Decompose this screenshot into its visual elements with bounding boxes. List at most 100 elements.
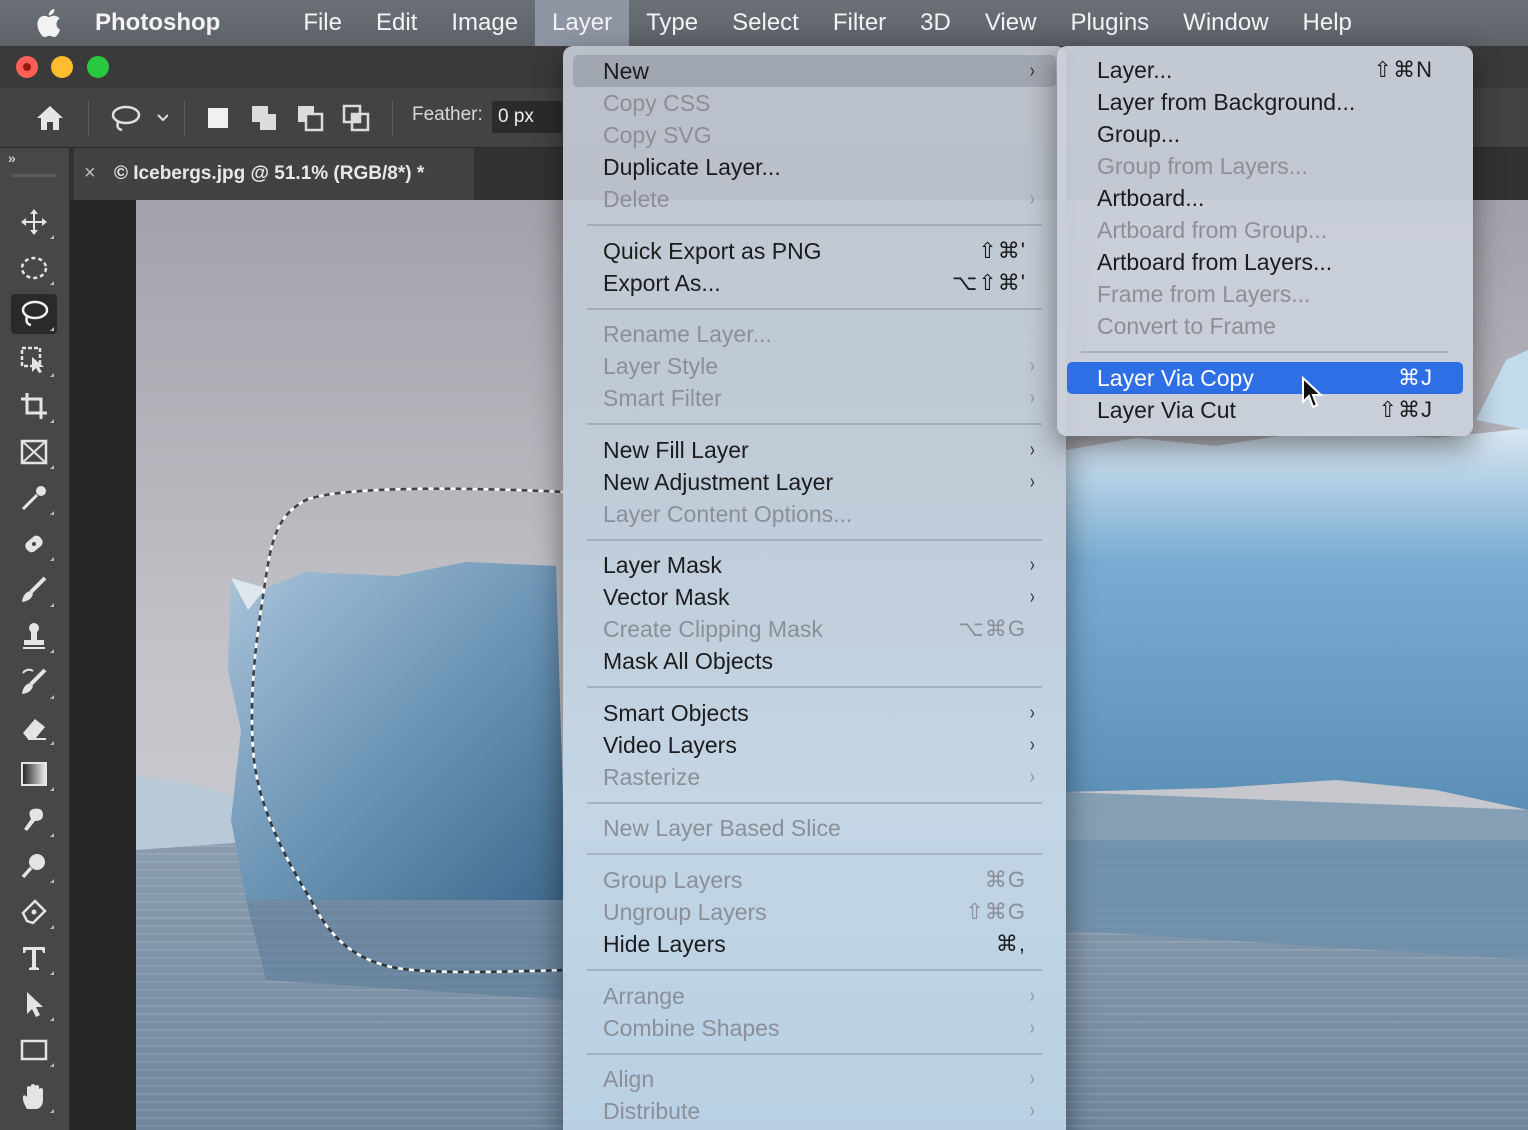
lasso-tool-icon[interactable] [11,294,57,334]
menu-item-rename-layer[interactable]: Rename Layer... [573,318,1056,350]
collapse-panel-icon[interactable]: » [8,150,16,166]
frame-tool-icon[interactable] [11,432,57,472]
menu-3d[interactable]: 3D [903,0,968,46]
pen-tool-icon[interactable] [11,892,57,932]
menu-item-new[interactable]: New › [573,55,1056,87]
clone-stamp-tool-icon[interactable] [11,616,57,656]
smudge-tool-icon[interactable] [11,800,57,840]
menu-window[interactable]: Window [1166,0,1285,46]
menu-view[interactable]: View [968,0,1054,46]
menu-item-new-fill-layer[interactable]: New Fill Layer › [573,434,1056,466]
path-selection-tool-icon[interactable] [11,984,57,1024]
layer-menu: New › Copy CSS Copy SVG Duplicate Layer..… [563,46,1066,1130]
menu-item-label: Smart Filter [603,384,722,411]
eraser-tool-icon[interactable] [11,708,57,748]
chevron-right-icon: › [1030,354,1035,377]
menu-item-combine-shapes[interactable]: Combine Shapes › [573,1012,1056,1044]
hand-tool-icon[interactable] [11,1076,57,1116]
menu-item-distribute[interactable]: Distribute › [573,1095,1056,1127]
menu-item-smart-filter[interactable]: Smart Filter › [573,382,1056,414]
menu-item-artboard-from-layers[interactable]: Artboard from Layers... [1067,246,1463,278]
menu-item-label: Group... [1097,120,1181,147]
menu-item-create-clipping-mask[interactable]: Create Clipping Mask ⌥⌘G [573,613,1056,645]
type-tool-icon[interactable] [11,938,57,978]
menu-item-copy-css[interactable]: Copy CSS [573,87,1056,119]
lasso-preset-picker[interactable] [102,98,172,138]
dodge-tool-icon[interactable] [11,846,57,886]
menu-item-copy-svg[interactable]: Copy SVG [573,119,1056,151]
panel-grip[interactable] [12,174,56,177]
apple-menu-icon[interactable] [0,0,95,46]
menu-item-label: Layer from Background... [1097,88,1356,115]
menu-item-rasterize[interactable]: Rasterize › [573,761,1056,793]
menu-item-ungroup-layers[interactable]: Ungroup Layers ⇧⌘G [573,896,1056,928]
menu-item-artboard[interactable]: Artboard... [1067,182,1463,214]
zoom-window-button[interactable] [87,56,109,78]
feather-input[interactable] [492,101,562,133]
close-document-icon[interactable]: × [84,162,96,185]
gradient-tool-icon[interactable] [11,754,57,794]
close-window-button[interactable] [16,56,38,78]
menu-item-artboard-from-group[interactable]: Artboard from Group... [1067,214,1463,246]
add-to-selection-icon[interactable] [244,98,284,138]
menu-item-group[interactable]: Group... [1067,118,1463,150]
menu-item-export-as[interactable]: Export As... ⌥⇧⌘' [573,267,1056,299]
menu-file[interactable]: File [286,0,359,46]
menu-item-label: Layer Style [603,352,719,379]
menu-item-new-layer-based-slice[interactable]: New Layer Based Slice [573,812,1056,844]
menu-item-new-layer[interactable]: Layer... ⇧⌘N [1067,54,1463,86]
intersect-selection-icon[interactable] [336,98,376,138]
menu-plugins[interactable]: Plugins [1053,0,1166,46]
menu-select[interactable]: Select [715,0,816,46]
home-icon[interactable] [26,98,74,138]
chevron-right-icon: › [1030,733,1035,756]
menu-item-align[interactable]: Align › [573,1063,1056,1095]
menu-item-frame-from-layers[interactable]: Frame from Layers... [1067,278,1463,310]
menu-item-mask-all-objects[interactable]: Mask All Objects [573,645,1056,677]
menu-item-hide-layers[interactable]: Hide Layers ⌘, [573,928,1056,960]
menu-help[interactable]: Help [1286,0,1369,46]
menu-item-video-layers[interactable]: Video Layers › [573,729,1056,761]
menu-item-quick-export-png[interactable]: Quick Export as PNG ⇧⌘' [573,235,1056,267]
document-tab[interactable]: © Icebergs.jpg @ 51.1% (RGB/8*) * [74,148,474,200]
minimize-window-button[interactable] [51,56,73,78]
menu-item-label: Artboard... [1097,184,1205,211]
brush-tool-icon[interactable] [11,570,57,610]
menu-item-layer-content-options[interactable]: Layer Content Options... [573,498,1056,530]
menu-item-layer-mask[interactable]: Layer Mask › [573,549,1056,581]
menu-item-delete[interactable]: Delete › [573,183,1056,215]
new-selection-icon[interactable] [198,98,238,138]
menu-item-duplicate-layer[interactable]: Duplicate Layer... [573,151,1056,183]
menu-edit[interactable]: Edit [359,0,434,46]
menu-layer[interactable]: Layer [535,0,630,46]
elliptical-marquee-tool-icon[interactable] [11,248,57,288]
shortcut: ⌘J [1398,365,1433,390]
chevron-right-icon: › [1030,585,1035,608]
menu-item-layer-via-copy[interactable]: Layer Via Copy ⌘J [1067,362,1463,394]
chevron-right-icon: › [1030,984,1035,1007]
menu-item-arrange[interactable]: Arrange › [573,980,1056,1012]
menu-item-layer-from-background[interactable]: Layer from Background... [1067,86,1463,118]
history-brush-tool-icon[interactable] [11,662,57,702]
menu-item-new-adjustment-layer[interactable]: New Adjustment Layer › [573,466,1056,498]
move-tool-icon[interactable] [11,202,57,242]
healing-brush-tool-icon[interactable] [11,524,57,564]
eyedropper-tool-icon[interactable] [11,478,57,518]
menu-divider [587,686,1042,688]
menu-type[interactable]: Type [629,0,715,46]
menu-item-smart-objects[interactable]: Smart Objects › [573,697,1056,729]
object-selection-tool-icon[interactable] [11,340,57,380]
menu-filter[interactable]: Filter [816,0,903,46]
menu-item-convert-to-frame[interactable]: Convert to Frame [1067,310,1463,342]
menu-image[interactable]: Image [434,0,535,46]
menu-item-layer-via-cut[interactable]: Layer Via Cut ⇧⌘J [1067,394,1463,426]
app-menu-photoshop[interactable]: Photoshop [95,0,286,46]
menu-item-group-layers[interactable]: Group Layers ⌘G [573,864,1056,896]
menu-item-group-from-layers[interactable]: Group from Layers... [1067,150,1463,182]
menu-item-vector-mask[interactable]: Vector Mask › [573,581,1056,613]
crop-tool-icon[interactable] [11,386,57,426]
menu-item-layer-style[interactable]: Layer Style › [573,350,1056,382]
subtract-from-selection-icon[interactable] [290,98,330,138]
rectangle-tool-icon[interactable] [11,1030,57,1070]
menu-item-label: Combine Shapes [603,1014,780,1041]
